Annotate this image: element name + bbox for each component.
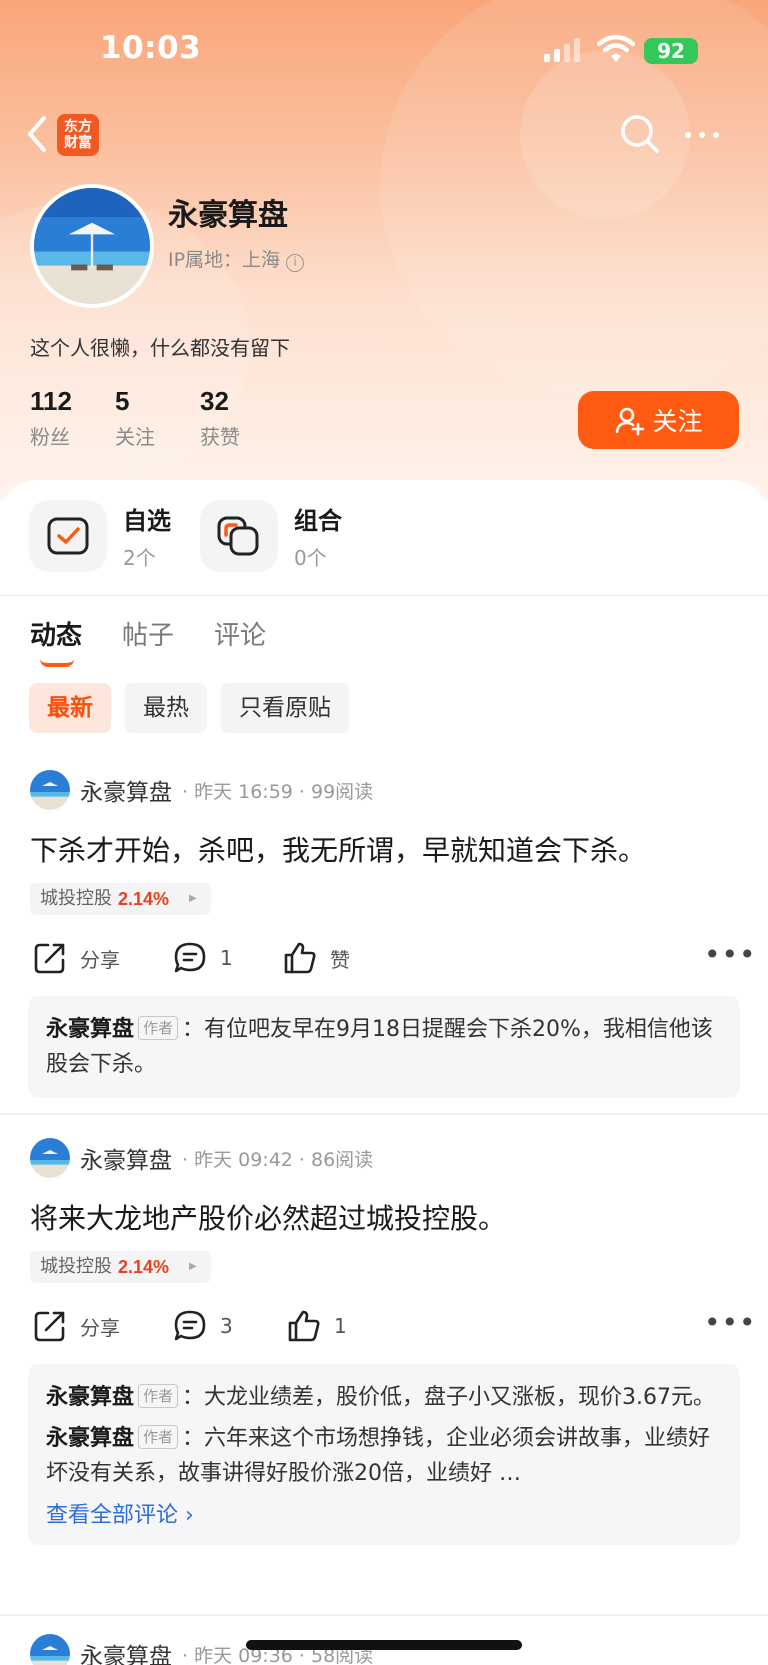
portfolio-entry[interactable]: 组合 0个 bbox=[200, 500, 342, 572]
stat-fans[interactable]: 112 粉丝 bbox=[30, 386, 72, 450]
info-icon[interactable]: i bbox=[286, 254, 305, 272]
wifi-icon bbox=[597, 34, 635, 62]
like-button[interactable]: 赞 bbox=[282, 940, 350, 976]
tab-comments[interactable]: 评论 bbox=[214, 615, 266, 652]
post-header[interactable]: 永豪算盘 · 昨天 16:59 · 99阅读 bbox=[30, 770, 373, 810]
share-icon bbox=[34, 943, 65, 974]
author-badge: 作者 bbox=[138, 1384, 179, 1408]
stat-following[interactable]: 5 关注 bbox=[115, 386, 155, 450]
thumbs-up-icon bbox=[288, 1310, 320, 1342]
triangle-right-icon: ▶ bbox=[189, 893, 197, 904]
back-arrow-icon[interactable] bbox=[20, 112, 54, 156]
more-icon[interactable]: ••• bbox=[704, 938, 757, 971]
post-author[interactable]: 永豪算盘 bbox=[80, 1637, 172, 1665]
stock-tag[interactable]: 城投控股 2.14% ▶ bbox=[30, 1251, 211, 1283]
share-icon bbox=[34, 1311, 65, 1342]
stock-tag[interactable]: 城投控股 2.14% ▶ bbox=[30, 883, 211, 915]
app-logo: 东方 财富 bbox=[57, 114, 99, 156]
active-tab-indicator bbox=[40, 659, 74, 667]
status-time: 10:03 bbox=[100, 30, 202, 66]
more-icon[interactable]: ••• bbox=[704, 1306, 757, 1339]
post-author[interactable]: 永豪算盘 bbox=[80, 1141, 172, 1175]
filter-latest[interactable]: 最新 bbox=[29, 683, 111, 733]
cellular-signal-icon bbox=[544, 38, 580, 62]
comment-item[interactable]: 永豪算盘 作者 ：六年来这个市场想挣钱，企业必须会讲故事，业绩好坏没有关系，故事讲得… bbox=[46, 1421, 722, 1491]
profile-name: 永豪算盘 bbox=[168, 198, 288, 233]
post-text[interactable]: 将来大龙地产股价必然超过城投控股。 bbox=[30, 1197, 506, 1237]
post-author[interactable]: 永豪算盘 bbox=[80, 773, 172, 807]
status-bar: 10:03 92 bbox=[0, 0, 768, 100]
tab-bar: 动态 帖子 评论 bbox=[30, 615, 266, 667]
search-icon[interactable] bbox=[618, 112, 662, 156]
avatar[interactable] bbox=[30, 1634, 70, 1665]
add-user-icon bbox=[616, 407, 645, 436]
comment-item[interactable]: 永豪算盘 作者 ：大龙业绩差，股价低，盘子小又涨板，现价3.67元。 bbox=[46, 1380, 722, 1415]
triangle-right-icon: ▶ bbox=[189, 1261, 197, 1272]
comment-item[interactable]: 永豪算盘 作者 ：有位吧友早在9月18日提醒会下杀20%，我相信他该股会下杀。 bbox=[46, 1012, 722, 1082]
filter-bar: 最新 最热 只看原贴 bbox=[29, 683, 349, 733]
post-separator bbox=[0, 1113, 768, 1115]
home-indicator[interactable] bbox=[246, 1640, 522, 1650]
watchlist-entry[interactable]: 自选 2个 bbox=[29, 500, 171, 572]
battery-indicator: 92 bbox=[644, 38, 698, 64]
profile-bio: 这个人很懒，什么都没有留下 bbox=[30, 336, 290, 360]
stat-likes[interactable]: 32 获赞 bbox=[200, 386, 240, 450]
comment-preview[interactable]: 永豪算盘 作者 ：大龙业绩差，股价低，盘子小又涨板，现价3.67元。 永豪算盘 作者：… bbox=[28, 1364, 740, 1545]
comment-button[interactable]: 1 bbox=[172, 940, 233, 976]
comment-button[interactable]: 3 bbox=[172, 1308, 233, 1344]
comment-icon bbox=[174, 1310, 206, 1341]
tab-posts[interactable]: 帖子 bbox=[122, 615, 174, 652]
filter-hot[interactable]: 最热 bbox=[125, 683, 207, 733]
post-meta: · 昨天 09:42 · 86阅读 bbox=[182, 1148, 374, 1171]
post-header[interactable]: 永豪算盘 · 昨天 09:42 · 86阅读 bbox=[30, 1138, 373, 1178]
watchlist-icon bbox=[47, 517, 89, 555]
post-meta: · 昨天 16:59 · 99阅读 bbox=[182, 780, 374, 803]
portfolio-icon bbox=[217, 516, 259, 556]
like-button[interactable]: 1 bbox=[286, 1308, 347, 1344]
author-badge: 作者 bbox=[138, 1016, 179, 1040]
comment-icon bbox=[174, 942, 206, 973]
share-button[interactable]: 分享 bbox=[32, 1308, 120, 1344]
tab-dynamic[interactable]: 动态 bbox=[30, 615, 82, 667]
divider bbox=[0, 595, 768, 596]
avatar[interactable] bbox=[30, 770, 70, 810]
share-button[interactable]: 分享 bbox=[32, 940, 120, 976]
post-text[interactable]: 下杀才开始，杀吧，我无所谓，早就知道会下杀。 bbox=[30, 829, 646, 869]
more-options-icon[interactable] bbox=[680, 120, 724, 150]
author-badge: 作者 bbox=[138, 1425, 179, 1449]
profile-avatar[interactable] bbox=[30, 184, 154, 308]
thumbs-up-icon bbox=[284, 942, 316, 974]
post-separator bbox=[0, 1614, 768, 1616]
filter-original-only[interactable]: 只看原贴 bbox=[221, 683, 349, 733]
follow-button[interactable]: 关注 bbox=[578, 391, 739, 449]
avatar[interactable] bbox=[30, 1138, 70, 1178]
comment-preview[interactable]: 永豪算盘 作者 ：有位吧友早在9月18日提醒会下杀20%，我相信他该股会下杀。 bbox=[28, 996, 740, 1098]
ip-location: IP属地：上海 i bbox=[168, 245, 305, 272]
view-all-comments-link[interactable]: 查看全部评论 › bbox=[46, 1497, 722, 1529]
